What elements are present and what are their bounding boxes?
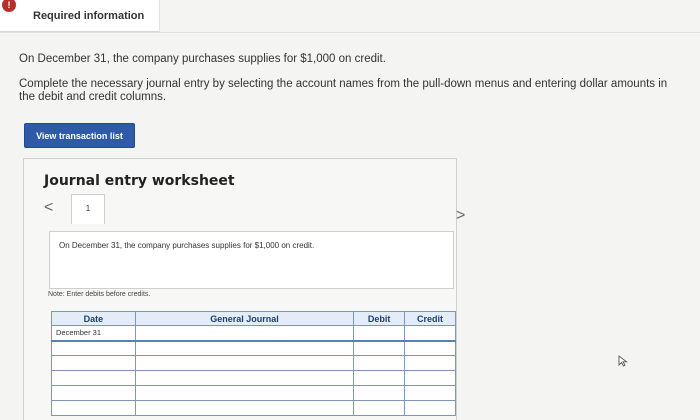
worksheet-title: Journal entry worksheet xyxy=(44,173,235,189)
debit-input[interactable] xyxy=(353,400,406,416)
divider xyxy=(0,32,700,33)
table-row xyxy=(51,385,456,401)
account-select[interactable] xyxy=(134,355,355,371)
date-cell xyxy=(51,370,136,386)
debit-input[interactable] xyxy=(353,325,406,342)
date-cell xyxy=(51,340,136,356)
alert-icon: ! xyxy=(2,0,16,12)
account-select[interactable] xyxy=(134,325,355,342)
date-cell: December 31 xyxy=(51,325,136,342)
date-cell xyxy=(51,355,136,371)
table-row xyxy=(51,340,456,356)
journal-entry-worksheet: Journal entry worksheet < 1 > On Decembe… xyxy=(23,158,465,420)
debit-input[interactable] xyxy=(353,370,406,386)
previous-arrow-icon[interactable]: < xyxy=(44,199,53,217)
account-select[interactable] xyxy=(134,370,355,386)
debit-input[interactable] xyxy=(353,340,406,356)
account-select[interactable] xyxy=(134,340,355,356)
general-journal-column-header: General Journal xyxy=(134,311,355,326)
problem-statement: On December 31, the company purchases su… xyxy=(19,53,386,65)
instructions: Complete the necessary journal entry by … xyxy=(19,78,668,103)
credit-column-header: Credit xyxy=(404,311,456,326)
debit-column-header: Debit xyxy=(353,311,406,326)
credit-input[interactable] xyxy=(404,400,456,416)
account-select[interactable] xyxy=(134,400,355,416)
worksheet-tab-1[interactable]: 1 xyxy=(71,194,105,224)
table-row xyxy=(51,400,456,416)
credit-input[interactable] xyxy=(404,340,456,356)
debit-input[interactable] xyxy=(353,355,406,371)
credit-input[interactable] xyxy=(404,325,456,342)
table-row: December 31 xyxy=(51,325,456,342)
date-cell xyxy=(51,400,136,416)
date-column-header: Date xyxy=(51,311,136,326)
credit-input[interactable] xyxy=(404,385,456,401)
debit-input[interactable] xyxy=(353,385,406,401)
credit-input[interactable] xyxy=(404,370,456,386)
mouse-cursor-icon xyxy=(618,355,628,370)
credit-input[interactable] xyxy=(404,355,456,371)
date-cell xyxy=(51,385,136,401)
table-row xyxy=(51,355,456,371)
journal-table: Date General Journal Debit Credit Decemb… xyxy=(51,311,456,416)
table-row xyxy=(51,370,456,386)
next-arrow-icon[interactable]: > xyxy=(456,207,465,225)
entry-note: Note: Enter debits before credits. xyxy=(48,291,151,298)
transaction-description-box: On December 31, the company purchases su… xyxy=(49,231,454,289)
required-information-title: Required information xyxy=(33,10,145,22)
required-information-tab[interactable]: ! Required information xyxy=(0,0,160,32)
transaction-description: On December 31, the company purchases su… xyxy=(59,241,315,250)
view-transaction-list-button[interactable]: View transaction list xyxy=(24,123,135,148)
account-select[interactable] xyxy=(134,385,355,401)
journal-header-row: Date General Journal Debit Credit xyxy=(51,311,456,326)
